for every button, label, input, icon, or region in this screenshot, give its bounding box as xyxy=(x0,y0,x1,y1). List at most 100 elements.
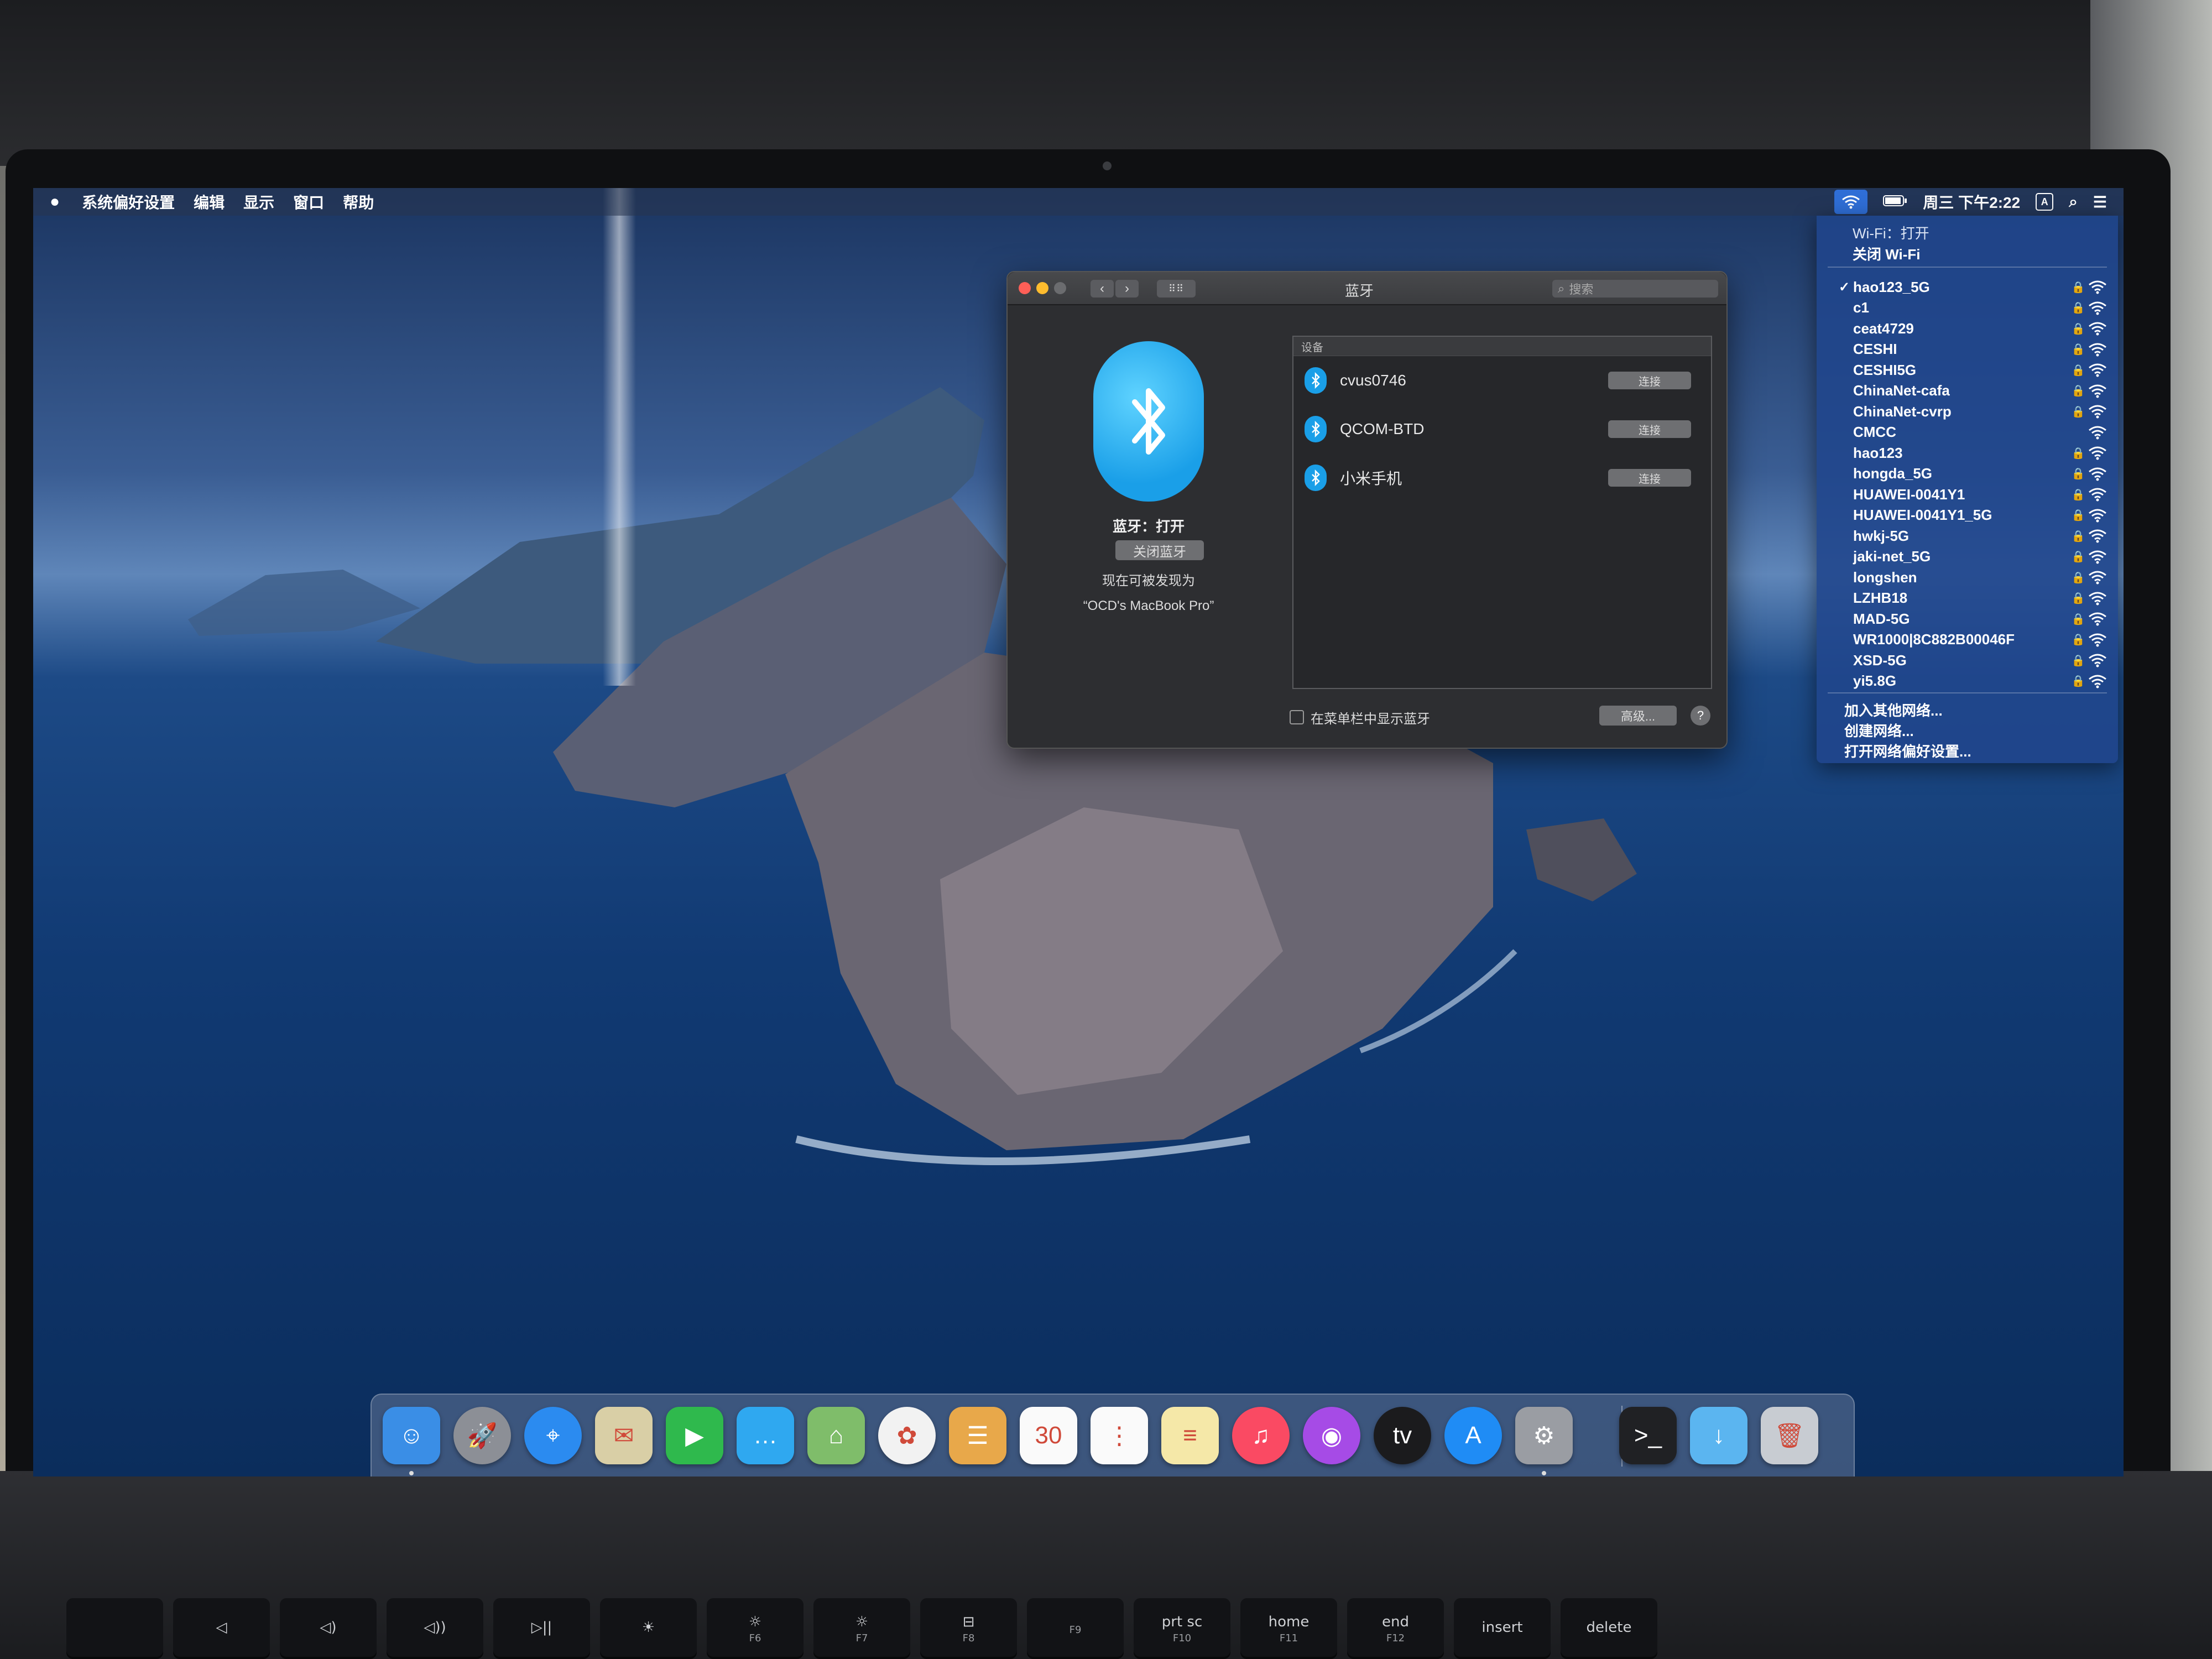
forward-button[interactable]: › xyxy=(1115,280,1139,298)
lock-icon: 🔒 xyxy=(2071,613,2085,625)
open-network-preferences-item[interactable]: 打开网络偏好设置... xyxy=(1844,740,1971,761)
device-connect-button[interactable]: 连接 xyxy=(1608,420,1691,438)
wifi-network-item[interactable]: ChinaNet-cafa 🔒 xyxy=(1839,380,2110,401)
downloads-folder-icon[interactable]: ↓ xyxy=(1690,1407,1747,1464)
show-all-grid-button[interactable]: ⠿⠿ xyxy=(1157,280,1196,298)
podcasts-icon[interactable]: ◉ xyxy=(1303,1407,1360,1464)
input-method-badge[interactable]: A xyxy=(2036,193,2054,211)
wifi-signal-icon xyxy=(2085,467,2110,481)
create-network-item[interactable]: 创建网络... xyxy=(1844,720,1914,740)
notification-center-icon[interactable]: ☰ xyxy=(2093,193,2107,211)
contacts-icon[interactable]: ☰ xyxy=(949,1407,1006,1464)
mail-icon[interactable]: ✉ xyxy=(595,1407,653,1464)
key-label: ☼ xyxy=(855,1613,869,1630)
window-zoom-button[interactable] xyxy=(1054,282,1066,294)
wifi-network-name: CESHI xyxy=(1853,341,1897,357)
lock-icon: 🔒 xyxy=(2071,634,2085,646)
wifi-network-item[interactable]: ✓ hao123_5G 🔒 xyxy=(1839,276,2110,298)
safari-icon[interactable]: ⌖ xyxy=(524,1407,582,1464)
wifi-network-item[interactable]: longshen 🔒 xyxy=(1839,567,2110,588)
bluetooth-device-icon xyxy=(1305,416,1327,442)
trash-icon[interactable]: 🗑 xyxy=(1761,1407,1818,1464)
turn-off-wifi-item[interactable]: 关闭 Wi-Fi xyxy=(1853,243,1921,264)
window-titlebar[interactable]: ‹ › ⠿⠿ 蓝牙 ⌕ 搜索 xyxy=(1008,272,1726,305)
menubar-clock[interactable]: 周三 下午2:22 xyxy=(1923,191,2020,213)
key-label: ☀ xyxy=(641,1619,655,1636)
system-preferences-icon[interactable]: ⚙ xyxy=(1515,1407,1573,1464)
wifi-network-item[interactable]: CESHI 🔒 xyxy=(1839,339,2110,360)
show-in-menubar-label[interactable]: 在菜单栏中显示蓝牙 xyxy=(1311,708,1430,727)
wifi-network-name: jaki-net_5G xyxy=(1853,548,1931,565)
wifi-network-item[interactable]: WR1000|8C882B00046F 🔒 xyxy=(1839,629,2110,650)
menu-window[interactable]: 窗口 xyxy=(293,191,324,213)
music-icon[interactable]: ♫ xyxy=(1232,1407,1290,1464)
wifi-network-item[interactable]: ceat4729 🔒 xyxy=(1839,318,2110,339)
wifi-network-item[interactable]: CMCC xyxy=(1839,422,2110,443)
wifi-network-item[interactable]: hao123 🔒 xyxy=(1839,442,2110,463)
lock-icon: 🔒 xyxy=(2071,364,2085,377)
window-minimize-button[interactable] xyxy=(1036,282,1048,294)
wifi-network-item[interactable]: LZHB18 🔒 xyxy=(1839,588,2110,609)
battery-icon[interactable] xyxy=(1883,193,1907,211)
keyboard-key: ◁) xyxy=(280,1598,377,1659)
device-row[interactable]: QCOM-BTD 连接 xyxy=(1293,405,1711,453)
device-row[interactable]: 小米手机 连接 xyxy=(1293,453,1711,502)
launchpad-icon[interactable]: 🚀 xyxy=(453,1407,511,1464)
key-label: ◁) xyxy=(320,1619,337,1636)
terminal-icon[interactable]: >_ xyxy=(1619,1407,1677,1464)
device-connect-button[interactable]: 连接 xyxy=(1608,372,1691,389)
wifi-network-item[interactable]: yi5.8G 🔒 xyxy=(1839,671,2110,692)
finder-icon[interactable]: ☺ xyxy=(383,1407,440,1464)
key-label: ☼ xyxy=(748,1613,762,1630)
back-button[interactable]: ‹ xyxy=(1091,280,1114,298)
wifi-network-item[interactable]: HUAWEI-0041Y1_5G 🔒 xyxy=(1839,505,2110,526)
laptop-screen: ● 系统偏好设置 编辑 显示 窗口 帮助 周三 下午2:22 A ⌕ ☰ ‹ ›… xyxy=(33,188,2124,1477)
wifi-network-item[interactable]: hwkj-5G 🔒 xyxy=(1839,525,2110,546)
menu-view[interactable]: 显示 xyxy=(243,191,274,213)
advanced-button[interactable]: 高级... xyxy=(1599,706,1677,726)
wifi-network-item[interactable]: HUAWEI-0041Y1 🔒 xyxy=(1839,484,2110,505)
wifi-network-item[interactable]: hongda_5G 🔒 xyxy=(1839,463,2110,484)
show-in-menubar-checkbox[interactable] xyxy=(1290,710,1304,724)
wifi-status-icon[interactable] xyxy=(1834,190,1868,214)
calendar-icon[interactable]: 30 xyxy=(1020,1407,1077,1464)
wifi-network-item[interactable]: CESHI5G 🔒 xyxy=(1839,359,2110,380)
wifi-dropdown-menu: Wi-Fi：打开 关闭 Wi-Fi ✓ hao123_5G 🔒 c1 🔒 ceat4729… xyxy=(1817,216,2118,763)
apple-tv-icon[interactable]: tv xyxy=(1374,1407,1431,1464)
reminders-icon[interactable]: ⋮ xyxy=(1091,1407,1148,1464)
menu-help[interactable]: 帮助 xyxy=(343,191,374,213)
device-connect-button[interactable]: 连接 xyxy=(1608,469,1691,487)
lock-icon: 🔒 xyxy=(2071,302,2085,314)
app-store-icon[interactable]: A xyxy=(1444,1407,1502,1464)
menu-separator xyxy=(1828,267,2107,268)
wifi-network-item[interactable]: ChinaNet-cvrp 🔒 xyxy=(1839,401,2110,422)
menu-app-name[interactable]: 系统偏好设置 xyxy=(82,191,175,213)
turn-off-bluetooth-button[interactable]: 关闭蓝牙 xyxy=(1115,540,1204,560)
wifi-network-item[interactable]: jaki-net_5G 🔒 xyxy=(1839,546,2110,567)
photos-icon[interactable]: ✿ xyxy=(878,1407,936,1464)
join-other-network-item[interactable]: 加入其他网络... xyxy=(1844,700,1943,720)
menu-edit[interactable]: 编辑 xyxy=(194,191,225,213)
keyboard-key: ◁ xyxy=(173,1598,270,1659)
help-button[interactable]: ? xyxy=(1691,706,1710,726)
wifi-network-item[interactable]: MAD-5G 🔒 xyxy=(1839,608,2110,629)
function-key-row: ◁ ◁) ◁)) ▷|| ☀ ☼ F6 ☼ F7 ⊟ F8 F9 prt sc F10 home F11 end… xyxy=(66,1598,2168,1659)
facetime-icon[interactable]: ▶ xyxy=(666,1407,723,1464)
key-label: ◁)) xyxy=(424,1619,446,1636)
key-sublabel: F7 xyxy=(855,1632,868,1644)
device-row[interactable]: cvus0746 连接 xyxy=(1293,356,1711,405)
wifi-network-name: ChinaNet-cvrp xyxy=(1853,403,1952,420)
notes-icon[interactable]: ≡ xyxy=(1161,1407,1219,1464)
device-name: 小米手机 xyxy=(1340,470,1402,487)
messages-icon[interactable]: … xyxy=(737,1407,794,1464)
wifi-signal-icon xyxy=(2085,508,2110,523)
apple-menu-icon[interactable]: ● xyxy=(50,192,60,211)
preferences-search-field[interactable]: ⌕ 搜索 xyxy=(1552,280,1718,298)
wifi-network-name: c1 xyxy=(1853,299,1869,316)
wifi-network-item[interactable]: c1 🔒 xyxy=(1839,298,2110,319)
wifi-network-item[interactable]: XSD-5G 🔒 xyxy=(1839,650,2110,671)
window-close-button[interactable] xyxy=(1019,282,1031,294)
lock-icon: 🔒 xyxy=(2071,551,2085,563)
spotlight-search-icon[interactable]: ⌕ xyxy=(2069,193,2078,211)
maps-icon[interactable]: ⌂ xyxy=(807,1407,865,1464)
